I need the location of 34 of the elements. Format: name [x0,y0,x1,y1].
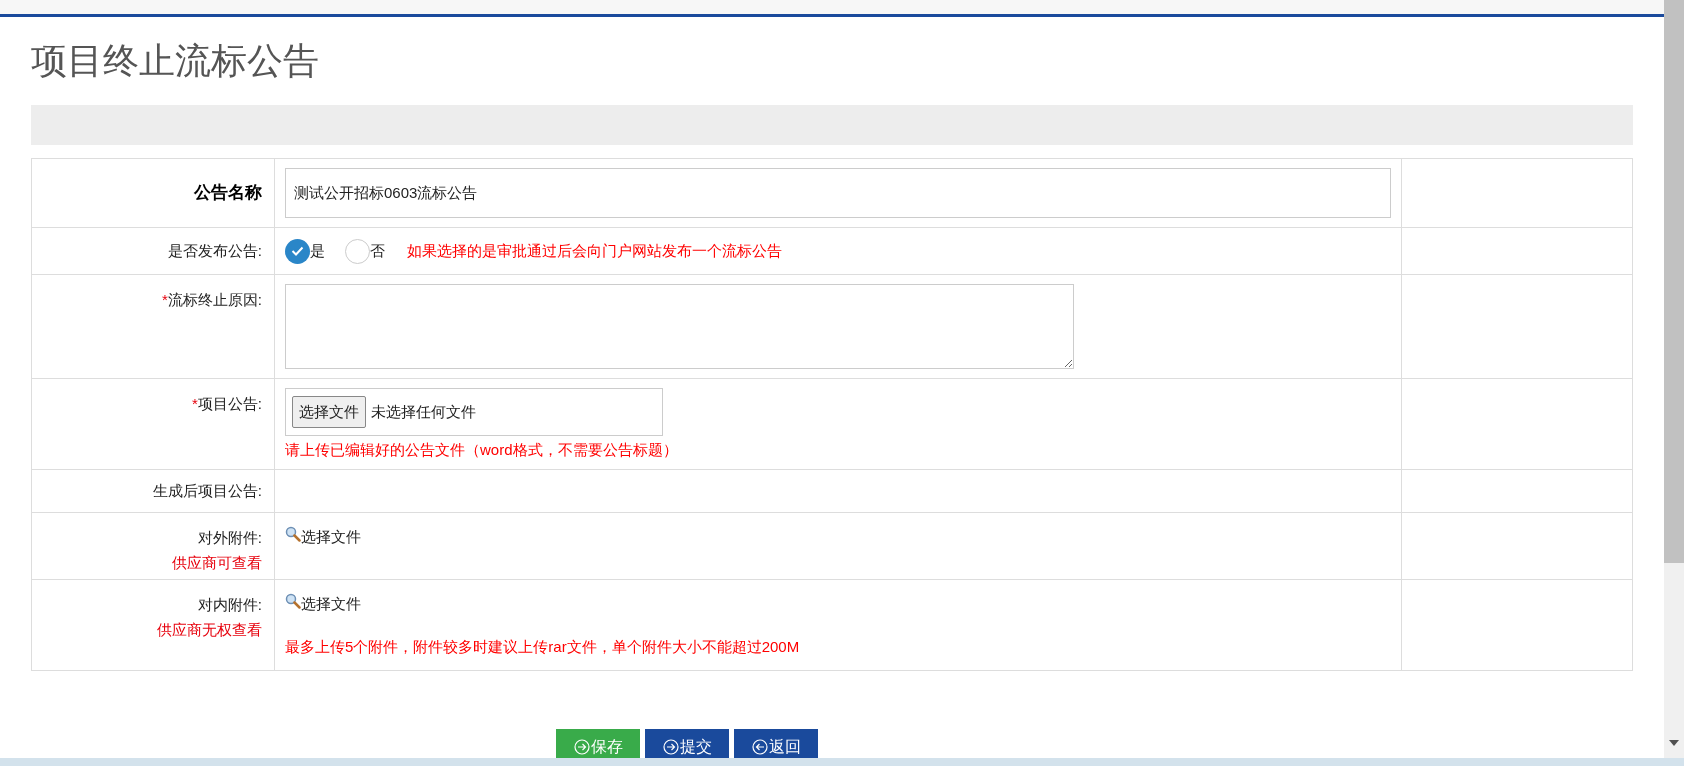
choose-file-button[interactable]: 选择文件 [292,396,366,428]
radio-option[interactable]: 否 [345,238,385,264]
hint-text: 如果选择的是审批通过后会向门户网站发布一个流标公告 [407,240,782,261]
field-note: 供应商可查看 [171,552,262,573]
scrollbar[interactable] [1664,0,1684,758]
check-icon [291,246,304,256]
file-input[interactable]: 选择文件 未选择任何文件 [285,388,663,436]
choose-file-link[interactable]: 选择文件 [285,593,361,616]
text-area[interactable] [285,284,1074,369]
field-label: 项目公告: [197,395,262,412]
field-label: 生成后项目公告: [152,481,262,499]
field-label: 是否发布公告: [167,241,262,259]
hint-text: 请上传已编辑好的公告文件（word格式，不需要公告标题） [285,440,679,460]
scrollbar-thumb[interactable] [1664,0,1684,563]
field-label: 公告名称 [194,183,262,203]
radio-option[interactable]: 是 [285,238,325,264]
choose-file-link[interactable]: 选择文件 [285,526,361,549]
field-label: 流标终止原因: [167,291,262,308]
input-field[interactable]: 测试公开招标0603流标公告 [285,168,1391,218]
hint-text: 最多上传5个附件，附件较多时建议上传rar文件，单个附件大小不能超过200M [285,637,801,657]
back-button[interactable]: 返回 [734,729,818,758]
field-label: 对外附件: [197,529,262,546]
magnifier-icon [285,526,301,542]
required-mark: * [192,395,198,412]
file-status: 未选择任何文件 [371,401,476,422]
scroll-down-icon[interactable] [1669,740,1679,746]
page-title: 项目终止流标公告 [31,39,320,83]
radio-button[interactable] [285,238,310,264]
magnifier-icon [285,593,301,609]
radio-button[interactable] [345,238,370,264]
submit-button[interactable]: 提交 [645,729,729,758]
required-mark: * [162,291,168,308]
field-note: 供应商无权查看 [156,619,262,640]
field-label: 对内附件: [197,596,262,613]
